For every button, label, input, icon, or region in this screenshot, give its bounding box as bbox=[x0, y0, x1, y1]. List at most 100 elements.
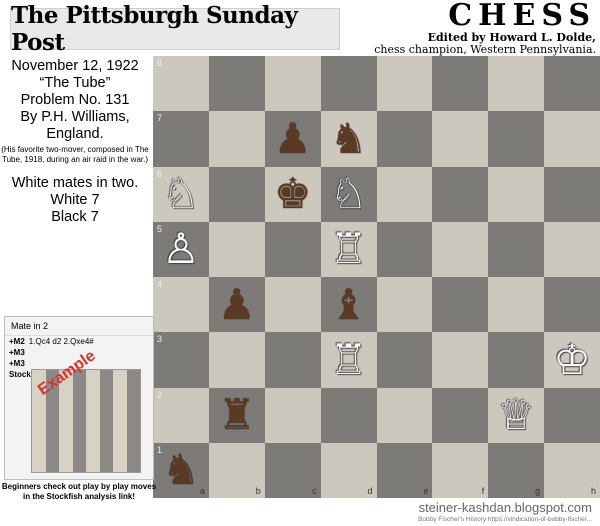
square-f2[interactable] bbox=[432, 387, 489, 443]
square-c1[interactable]: c bbox=[264, 442, 321, 498]
square-g2[interactable]: ♕ bbox=[488, 387, 545, 443]
white-knight-d6[interactable]: ♘ bbox=[330, 173, 368, 215]
white-knight-a6[interactable]: ♘ bbox=[162, 173, 200, 215]
square-d4[interactable]: ♝ bbox=[320, 277, 377, 333]
mini-square bbox=[86, 408, 100, 421]
square-f1[interactable]: f bbox=[432, 442, 489, 498]
analysis-line[interactable]: +M2 1.Qc4 d2 2.Qxe4# bbox=[5, 336, 153, 347]
square-d1[interactable]: d bbox=[320, 442, 377, 498]
square-b6[interactable] bbox=[208, 166, 265, 222]
square-d3[interactable]: ♖ bbox=[320, 332, 377, 388]
square-e8[interactable] bbox=[376, 56, 433, 112]
square-h4[interactable] bbox=[544, 277, 600, 333]
mini-square bbox=[45, 408, 59, 421]
problem-date: November 12, 1922 bbox=[11, 58, 139, 74]
square-d5[interactable]: ♖ bbox=[320, 221, 377, 277]
black-knight-a1[interactable]: ♞ bbox=[162, 449, 200, 491]
square-h1[interactable]: h bbox=[544, 442, 600, 498]
square-h5[interactable] bbox=[544, 221, 600, 277]
square-c3[interactable] bbox=[264, 332, 321, 388]
square-a6[interactable]: 6 ♘ bbox=[153, 166, 209, 222]
white-queen-g2[interactable]: ♕ bbox=[497, 394, 535, 436]
square-b8[interactable] bbox=[208, 56, 265, 112]
file-label: d bbox=[367, 486, 373, 496]
square-e6[interactable] bbox=[376, 166, 433, 222]
square-e3[interactable] bbox=[376, 332, 433, 388]
square-g5[interactable] bbox=[488, 221, 545, 277]
square-h3[interactable]: ♔ bbox=[544, 332, 600, 388]
black-knight-d7[interactable]: ♞ bbox=[330, 117, 368, 160]
site-url[interactable]: steiner-kashdan.blogspot.com bbox=[419, 500, 592, 515]
square-a4[interactable]: 4 bbox=[153, 277, 209, 333]
square-e7[interactable] bbox=[376, 111, 433, 167]
square-a2[interactable]: 2 bbox=[153, 387, 209, 443]
black-king-c6[interactable]: ♚ bbox=[274, 173, 312, 215]
mini-square bbox=[72, 408, 86, 421]
mini-square bbox=[45, 446, 59, 460]
square-a1[interactable]: 1 a ♞ bbox=[153, 442, 209, 498]
square-g6[interactable] bbox=[488, 166, 545, 222]
white-king-h3[interactable]: ♔ bbox=[553, 338, 591, 381]
square-h2[interactable] bbox=[544, 387, 600, 443]
square-g8[interactable] bbox=[488, 56, 545, 112]
square-a3[interactable]: 3 bbox=[153, 332, 209, 388]
square-h6[interactable] bbox=[544, 166, 600, 222]
mini-square bbox=[126, 446, 140, 460]
square-f6[interactable] bbox=[432, 166, 489, 222]
mini-square bbox=[59, 421, 73, 434]
square-b1[interactable]: b bbox=[208, 442, 265, 498]
square-a5[interactable]: 5 ♙ bbox=[153, 221, 209, 277]
square-a7[interactable]: 7 bbox=[153, 111, 209, 167]
square-g7[interactable] bbox=[488, 111, 545, 167]
square-d8[interactable] bbox=[320, 56, 377, 112]
square-e4[interactable] bbox=[376, 277, 433, 333]
mini-square bbox=[86, 370, 100, 383]
rank-label: 8 bbox=[157, 58, 163, 68]
square-h7[interactable] bbox=[544, 111, 600, 167]
square-e5[interactable] bbox=[376, 221, 433, 277]
square-b7[interactable] bbox=[208, 111, 265, 167]
square-f5[interactable] bbox=[432, 221, 489, 277]
square-g1[interactable]: g bbox=[488, 442, 545, 498]
square-c7[interactable]: ♟ bbox=[264, 111, 321, 167]
square-e2[interactable] bbox=[376, 387, 433, 443]
square-d7[interactable]: ♞ bbox=[320, 111, 377, 167]
square-e1[interactable]: e bbox=[376, 442, 433, 498]
line-tag: +M2 bbox=[9, 337, 25, 346]
line-tag: +M3 bbox=[9, 359, 25, 368]
file-label: g bbox=[535, 486, 541, 496]
square-d2[interactable] bbox=[320, 387, 377, 443]
chess-board[interactable]: 8 7 ♟ ♞ 6 ♘ ♚ ♘ 5 ♙ ♖ 4 ♟ ♝ 3 ♖ ♔ 2 ♜ ♕ 1 a ♞ b c d e f g h bbox=[153, 56, 600, 498]
square-b3[interactable] bbox=[208, 332, 265, 388]
black-bishop-d4[interactable]: ♝ bbox=[330, 283, 368, 326]
square-a8[interactable]: 8 bbox=[153, 56, 209, 112]
square-f7[interactable] bbox=[432, 111, 489, 167]
square-d6[interactable]: ♘ bbox=[320, 166, 377, 222]
line-tag: +M3 bbox=[9, 348, 25, 357]
white-rook-d3[interactable]: ♖ bbox=[330, 338, 368, 381]
rank-label: 7 bbox=[157, 113, 163, 124]
square-f3[interactable] bbox=[432, 332, 489, 388]
white-rook-d5[interactable]: ♖ bbox=[330, 228, 368, 270]
square-c8[interactable] bbox=[264, 56, 321, 112]
square-f8[interactable] bbox=[432, 56, 489, 112]
square-b4[interactable]: ♟ bbox=[208, 277, 265, 333]
analysis-panel[interactable]: Mate in 2 +M2 1.Qc4 d2 2.Qxe4# +M3 +M3 St… bbox=[4, 316, 154, 480]
square-f4[interactable] bbox=[432, 277, 489, 333]
square-c2[interactable] bbox=[264, 387, 321, 443]
black-pawn-c7[interactable]: ♟ bbox=[274, 117, 312, 160]
square-c5[interactable] bbox=[264, 221, 321, 277]
beginner-caption: Beginners check out play by play moves i… bbox=[1, 482, 157, 501]
black-pawn-b4[interactable]: ♟ bbox=[218, 283, 256, 326]
square-c6[interactable]: ♚ bbox=[264, 166, 321, 222]
credit-line[interactable]: Bobby Fischer's History https://vindicat… bbox=[418, 516, 592, 523]
square-b5[interactable] bbox=[208, 221, 265, 277]
mini-square bbox=[86, 395, 100, 409]
square-g4[interactable] bbox=[488, 277, 545, 333]
white-pawn-a5[interactable]: ♙ bbox=[162, 228, 200, 270]
square-b2[interactable]: ♜ bbox=[208, 387, 265, 443]
square-h8[interactable] bbox=[544, 56, 600, 112]
black-rook-b2[interactable]: ♜ bbox=[218, 394, 256, 436]
square-g3[interactable] bbox=[488, 332, 545, 388]
square-c4[interactable] bbox=[264, 277, 321, 333]
